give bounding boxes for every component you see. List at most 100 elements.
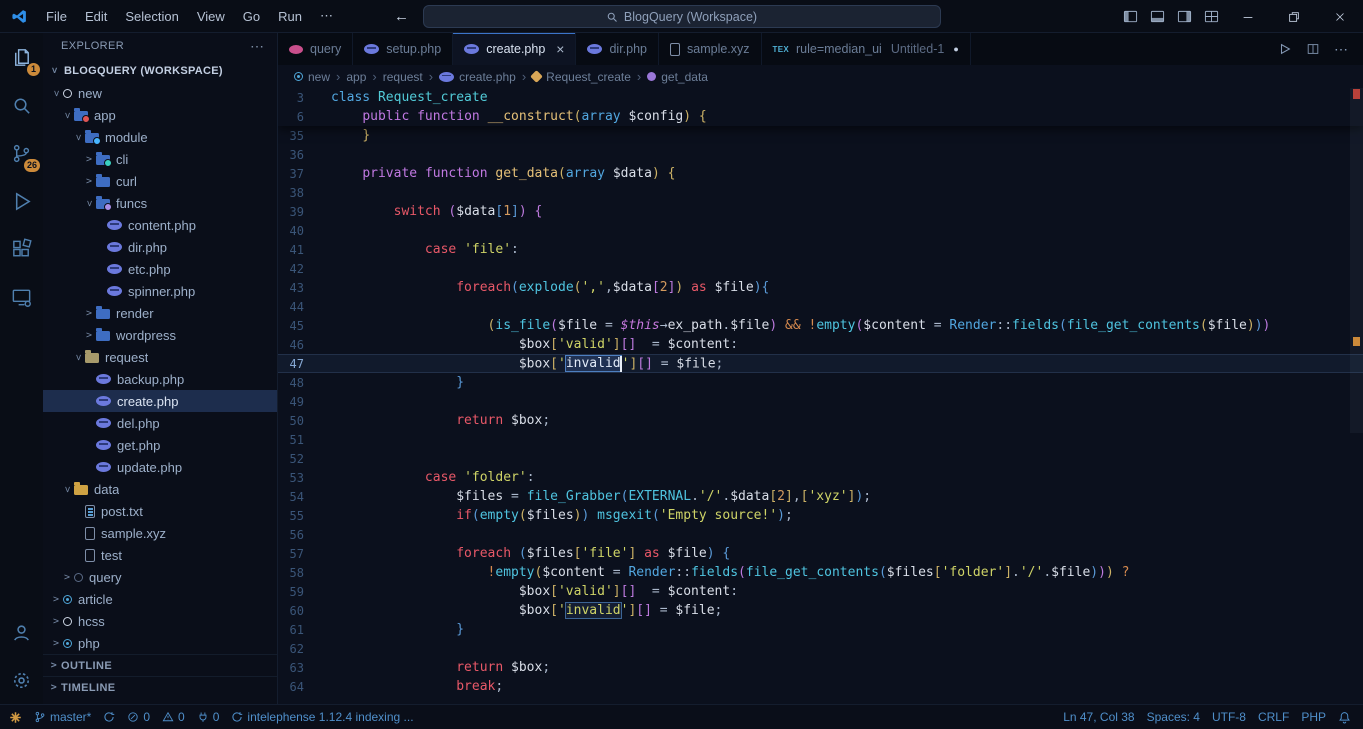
line-number[interactable]: 47 <box>278 357 318 371</box>
line-number[interactable]: 39 <box>278 205 318 219</box>
toggle-secondary-sidebar-icon[interactable] <box>1171 0 1198 33</box>
code-line-49[interactable]: 49 <box>278 392 1363 411</box>
tree-item-content.php[interactable]: >content.php <box>43 214 277 236</box>
line-number[interactable]: 62 <box>278 642 318 656</box>
tree-item-curl[interactable]: >curl <box>43 170 277 192</box>
tree-item-data[interactable]: >data <box>43 478 277 500</box>
code-line-40[interactable]: 40 <box>278 221 1363 240</box>
code-line-3[interactable]: 3class Request_create <box>278 88 1363 107</box>
code-line-37[interactable]: 37 private function get_data(array $data… <box>278 164 1363 183</box>
activity-run-debug-icon[interactable] <box>0 177 43 225</box>
line-number[interactable]: 3 <box>278 91 318 105</box>
line-number[interactable]: 58 <box>278 566 318 580</box>
line-number[interactable]: 46 <box>278 338 318 352</box>
activity-explorer-icon[interactable]: 1 <box>0 33 43 81</box>
menu-run[interactable]: Run <box>269 5 311 28</box>
line-number[interactable]: 52 <box>278 452 318 466</box>
scrollbar[interactable] <box>1350 88 1363 704</box>
minimize-button[interactable] <box>1225 0 1271 33</box>
tab-setup.php[interactable]: setup.php <box>353 33 453 65</box>
code-line-54[interactable]: 54 $files = file_Grabber(EXTERNAL.'/'.$d… <box>278 487 1363 506</box>
status-problems-warnings[interactable]: 0 <box>156 705 191 729</box>
command-center-search[interactable]: BlogQuery (Workspace) <box>423 5 941 28</box>
status-ports[interactable]: 0 <box>191 705 226 729</box>
tree-item-create.php[interactable]: >create.php <box>43 390 277 412</box>
line-number[interactable]: 36 <box>278 148 318 162</box>
tree-item-del.php[interactable]: >del.php <box>43 412 277 434</box>
code-line-36[interactable]: 36 <box>278 145 1363 164</box>
code-line-43[interactable]: 43 foreach(explode(',',$data[2]) as $fil… <box>278 278 1363 297</box>
code-line-35[interactable]: 35 } <box>278 126 1363 145</box>
code-line-48[interactable]: 48 } <box>278 373 1363 392</box>
tab-sample.xyz[interactable]: sample.xyz <box>659 33 762 65</box>
code-line-61[interactable]: 61 } <box>278 620 1363 639</box>
code-line-64[interactable]: 64 break; <box>278 677 1363 696</box>
code-line-60[interactable]: 60 $box['invalid'][] = $file; <box>278 601 1363 620</box>
tree-item-query[interactable]: >query <box>43 566 277 588</box>
line-number[interactable]: 60 <box>278 604 318 618</box>
code-line-46[interactable]: 46 $box['valid'][] = $content: <box>278 335 1363 354</box>
tab-create.php[interactable]: create.php× <box>453 33 576 65</box>
code-line-57[interactable]: 57 foreach ($files['file'] as $file) { <box>278 544 1363 563</box>
tree-item-etc.php[interactable]: >etc.php <box>43 258 277 280</box>
code-line-62[interactable]: 62 <box>278 639 1363 658</box>
code-line-6[interactable]: 6 public function __construct(array $con… <box>278 107 1363 126</box>
code-line-53[interactable]: 53 case 'folder': <box>278 468 1363 487</box>
line-number[interactable]: 48 <box>278 376 318 390</box>
toggle-sidebar-icon[interactable] <box>1117 0 1144 33</box>
code-line-45[interactable]: 45 (is_file($file = $this→ex_path.$file)… <box>278 316 1363 335</box>
breadcrumb-request[interactable]: request <box>383 70 423 84</box>
code-line-38[interactable]: 38 <box>278 183 1363 202</box>
tree-item-wordpress[interactable]: >wordpress <box>43 324 277 346</box>
breadcrumb-get_data[interactable]: get_data <box>647 70 708 84</box>
code-line-56[interactable]: 56 <box>278 525 1363 544</box>
line-number[interactable]: 51 <box>278 433 318 447</box>
code-line-51[interactable]: 51 <box>278 430 1363 449</box>
run-file-button[interactable] <box>1278 42 1292 56</box>
status-remote-indicator[interactable] <box>0 705 28 729</box>
line-number[interactable]: 37 <box>278 167 318 181</box>
tree-item-test[interactable]: >test <box>43 544 277 566</box>
code-line-39[interactable]: 39 switch ($data[1]) { <box>278 202 1363 221</box>
line-number[interactable]: 59 <box>278 585 318 599</box>
code-editor[interactable]: 3class Request_create6 public function _… <box>278 88 1363 704</box>
line-number[interactable]: 40 <box>278 224 318 238</box>
menu-selection[interactable]: Selection <box>116 5 187 28</box>
line-number[interactable]: 64 <box>278 680 318 694</box>
tree-item-post.txt[interactable]: >post.txt <box>43 500 277 522</box>
breadcrumb-Request_create[interactable]: Request_create <box>532 70 631 84</box>
toggle-panel-icon[interactable] <box>1144 0 1171 33</box>
tree-item-get.php[interactable]: >get.php <box>43 434 277 456</box>
line-number[interactable]: 42 <box>278 262 318 276</box>
tree-item-hcss[interactable]: >hcss <box>43 610 277 632</box>
menu-view[interactable]: View <box>188 5 234 28</box>
tab-query[interactable]: query <box>278 33 353 65</box>
close-button[interactable] <box>1317 0 1363 33</box>
line-number[interactable]: 49 <box>278 395 318 409</box>
breadcrumb-create.php[interactable]: create.php <box>439 70 516 84</box>
status-problems-errors[interactable]: 0 <box>121 705 156 729</box>
activity-source-control-icon[interactable]: 26 <box>0 129 43 177</box>
section-outline[interactable]: >OUTLINE <box>43 654 277 676</box>
menu-more[interactable]: ⋯ <box>311 4 342 28</box>
nav-back-button[interactable]: ← <box>394 8 409 25</box>
activity-remote-explorer-icon[interactable] <box>0 273 43 321</box>
tree-item-spinner.php[interactable]: >spinner.php <box>43 280 277 302</box>
menu-go[interactable]: Go <box>234 5 269 28</box>
tree-item-request[interactable]: >request <box>43 346 277 368</box>
tree-item-funcs[interactable]: >funcs <box>43 192 277 214</box>
status-indentation[interactable]: Spaces: 4 <box>1141 705 1206 729</box>
section-timeline[interactable]: >TIMELINE <box>43 676 277 698</box>
line-number[interactable]: 45 <box>278 319 318 333</box>
code-line-42[interactable]: 42 <box>278 259 1363 278</box>
restore-button[interactable] <box>1271 0 1317 33</box>
line-number[interactable]: 6 <box>278 110 318 124</box>
status-sync-changes[interactable] <box>97 705 121 729</box>
split-editor-button[interactable] <box>1306 42 1320 56</box>
code-line-47[interactable]: 47 $box['invalid'][] = $file; <box>278 354 1363 373</box>
status-language-status[interactable]: intelephense 1.12.4 indexing ... <box>225 705 419 729</box>
line-number[interactable]: 43 <box>278 281 318 295</box>
scrollbar-thumb[interactable] <box>1350 88 1363 433</box>
code-line-55[interactable]: 55 if(empty($files)) msgexit('Empty sour… <box>278 506 1363 525</box>
tree-item-render[interactable]: >render <box>43 302 277 324</box>
